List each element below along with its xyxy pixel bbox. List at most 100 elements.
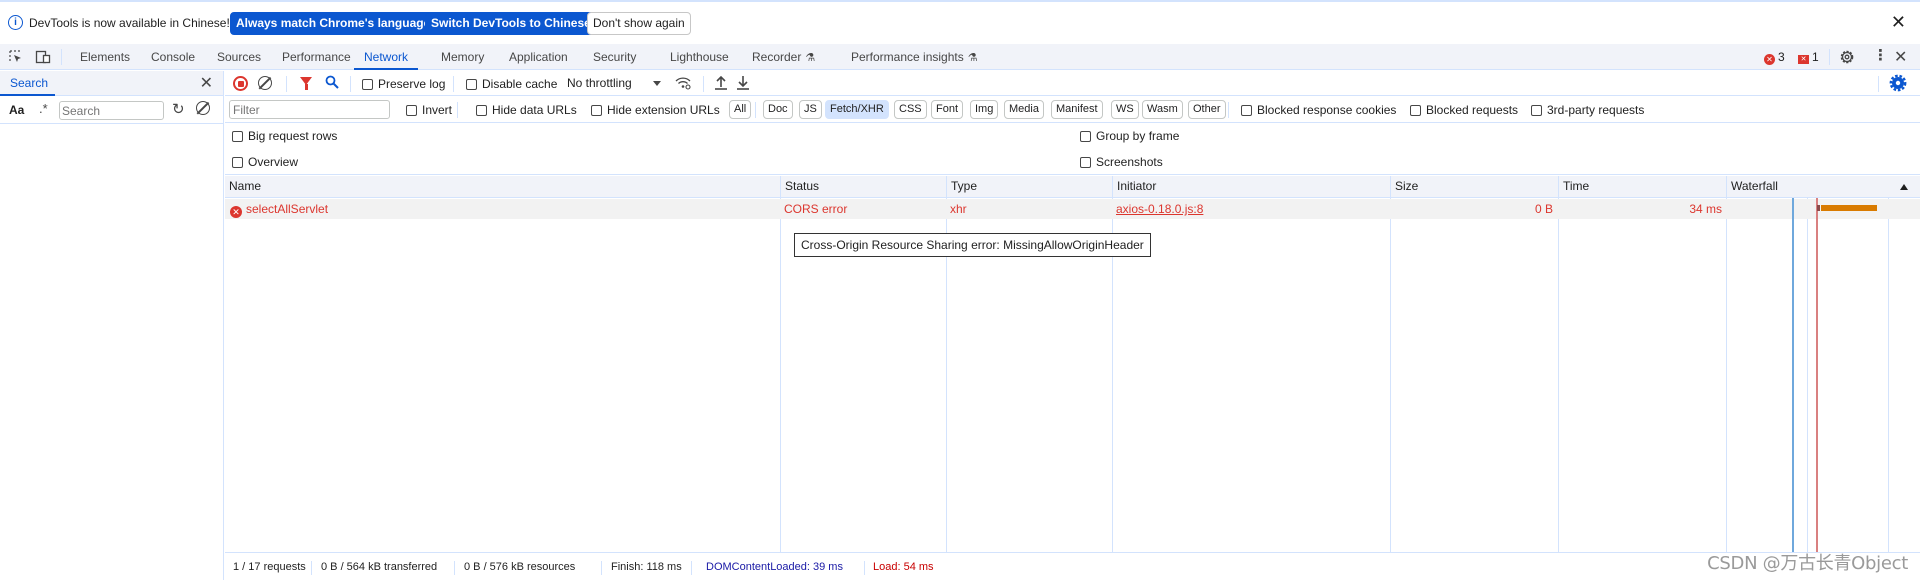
hide-extension-urls-checkbox[interactable]: Hide extension URLs [591,103,720,117]
type-filter-fetch-xhr[interactable]: Fetch/XHR [825,100,889,119]
tab-elements[interactable]: Elements [80,44,130,70]
column-header-status[interactable]: Status [780,176,946,198]
tab-lighthouse[interactable]: Lighthouse [670,44,729,70]
network-settings-gear-icon[interactable] [1888,73,1908,93]
filter-input[interactable] [229,100,390,119]
clear-log-icon[interactable] [258,76,272,90]
match-chrome-language-button[interactable]: Always match Chrome's language [230,12,437,35]
blocked-requests-checkbox[interactable]: Blocked requests [1410,103,1518,117]
column-header-waterfall[interactable]: Waterfall [1726,176,1920,198]
column-header-initiator[interactable]: Initiator [1112,176,1390,198]
search-input[interactable] [59,101,164,120]
type-filter-doc[interactable]: Doc [763,100,793,119]
settings-gear-icon[interactable] [1838,48,1856,66]
close-infobar-icon[interactable]: ✕ [1891,12,1906,32]
export-har-icon[interactable] [735,74,751,91]
type-filter-img[interactable]: Img [970,100,999,119]
column-divider [780,198,781,552]
issues-badge[interactable]: ✕ 1 [1798,50,1819,64]
network-toolbar: Preserve log Disable cache No throttling [225,71,1920,96]
type-filter-all[interactable]: All [729,100,752,119]
checkbox-box[interactable] [232,130,243,142]
dont-show-again-button[interactable]: Don't show again [587,12,691,35]
issue-count: 1 [1812,50,1819,64]
checkbox-box[interactable] [466,78,477,90]
inspect-element-icon[interactable] [8,49,24,65]
more-options-icon[interactable]: ⋮ [1873,48,1888,64]
type-filter-js[interactable]: JS [799,100,822,119]
tab-application[interactable]: Application [509,44,568,70]
tab-recorder[interactable]: Recorder ⚗ [752,44,815,70]
initiator-link[interactable]: axios-0.18.0.js:8 [1116,202,1203,216]
checkbox-box[interactable] [1080,130,1091,142]
checkbox-box[interactable] [1531,104,1542,116]
column-header-size[interactable]: Size [1390,176,1558,198]
request-initiator-cell[interactable]: axios-0.18.0.js:8 [1116,199,1203,219]
search-icon[interactable] [324,74,340,90]
network-settings: Big request rows Overview Group by frame… [225,123,1920,175]
third-party-requests-checkbox[interactable]: 3rd-party requests [1531,103,1644,117]
sort-ascending-icon[interactable] [1900,184,1908,190]
checkbox-box[interactable] [591,104,602,116]
checkbox-box[interactable] [1080,156,1091,168]
cors-error-tooltip: Cross-Origin Resource Sharing error: Mis… [794,233,1151,257]
stop-recording-icon[interactable] [233,76,248,91]
device-toolbar-icon[interactable] [35,49,51,65]
type-filter-ws[interactable]: WS [1111,100,1139,119]
import-har-icon[interactable] [713,74,729,91]
refresh-icon[interactable]: ↻ [172,100,185,118]
switch-to-chinese-button[interactable]: Switch DevTools to Chinese [425,12,597,35]
tab-network[interactable]: Network [354,44,419,70]
group-by-frame-checkbox[interactable]: Group by frame [1080,129,1179,143]
table-row[interactable]: ✕ selectAllServlet CORS error xhr axios-0… [225,199,1920,219]
type-filter-manifest[interactable]: Manifest [1051,100,1103,119]
match-case-button[interactable]: Aa [9,103,24,117]
divider [864,561,865,575]
column-header-time[interactable]: Time [1558,176,1726,198]
checkbox-box[interactable] [362,78,373,90]
hide-extension-urls-label: Hide extension URLs [607,103,720,117]
blocked-response-cookies-checkbox[interactable]: Blocked response cookies [1241,103,1396,117]
type-filter-other[interactable]: Other [1188,100,1226,119]
request-name-cell[interactable]: ✕ selectAllServlet [230,199,328,219]
divider [61,49,62,65]
request-size-cell: 0 B [1534,202,1553,216]
type-filter-wasm[interactable]: Wasm [1142,100,1183,119]
column-header-type[interactable]: Type [946,176,1112,198]
big-request-rows-checkbox[interactable]: Big request rows [232,129,337,143]
type-filter-font[interactable]: Font [931,100,964,119]
network-status-bar: 1 / 17 requests 0 B / 564 kB transferred… [225,552,1920,580]
search-tab[interactable]: Search [0,71,55,96]
checkbox-box[interactable] [406,104,417,116]
checkbox-box[interactable] [476,104,487,116]
tab-sources[interactable]: Sources [217,44,261,70]
checkbox-box[interactable] [1410,104,1421,116]
preserve-log-checkbox[interactable]: Preserve log [362,77,445,91]
column-header-name[interactable]: Name [225,176,780,198]
invert-checkbox[interactable]: Invert [406,103,452,117]
filter-funnel-icon[interactable] [300,77,312,90]
network-conditions-icon[interactable] [674,75,692,91]
regex-button[interactable]: .* [39,101,48,116]
screenshots-checkbox[interactable]: Screenshots [1080,155,1163,169]
tab-performance[interactable]: Performance [282,44,351,70]
waterfall-bar[interactable] [1821,205,1877,211]
checkbox-box[interactable] [232,156,243,168]
disable-cache-checkbox[interactable]: Disable cache [466,77,557,91]
tab-console[interactable]: Console [151,44,195,70]
hide-data-urls-checkbox[interactable]: Hide data URLs [476,103,577,117]
throttling-select[interactable]: No throttling [567,76,632,90]
tab-security[interactable]: Security [593,44,636,70]
tab-performance-insights[interactable]: Performance insights ⚗ [851,44,978,70]
close-search-icon[interactable]: ✕ [200,73,213,93]
checkbox-box[interactable] [1241,104,1252,116]
type-filter-media[interactable]: Media [1004,100,1044,119]
overview-checkbox[interactable]: Overview [232,155,298,169]
issue-icon: ✕ [1798,55,1809,64]
tab-memory[interactable]: Memory [441,44,484,70]
errors-badge[interactable]: ✕ 3 [1764,50,1785,65]
clear-search-icon[interactable] [196,101,210,115]
chevron-down-icon[interactable] [653,81,661,86]
close-devtools-icon[interactable]: ✕ [1894,47,1907,67]
type-filter-css[interactable]: CSS [894,100,927,119]
